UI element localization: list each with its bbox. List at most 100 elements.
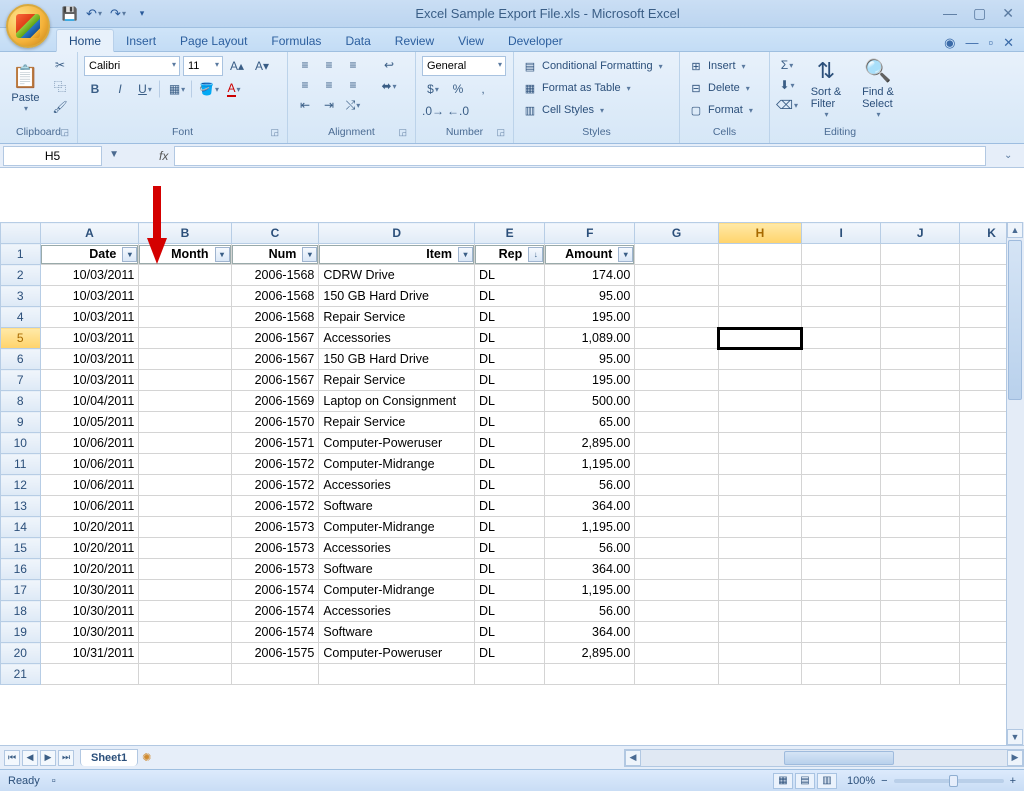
insert-cells-button[interactable]: ⊞Insert▾: [686, 56, 755, 76]
paste-button[interactable]: 📋 Paste ▾: [6, 56, 45, 120]
header-cell[interactable]: Date▾: [40, 244, 139, 265]
new-sheet-icon[interactable]: ✺: [142, 751, 151, 764]
cell[interactable]: [802, 244, 881, 265]
minimize-button[interactable]: —: [943, 5, 957, 22]
cell[interactable]: DL: [474, 370, 544, 391]
font-size-select[interactable]: 11: [183, 56, 223, 76]
cell[interactable]: [802, 391, 881, 412]
cell[interactable]: [881, 286, 960, 307]
cell[interactable]: 56.00: [545, 601, 635, 622]
row-header[interactable]: 5: [1, 328, 41, 349]
copy-icon[interactable]: ⿻: [49, 77, 71, 95]
cell[interactable]: [635, 328, 718, 349]
cell[interactable]: [802, 265, 881, 286]
cell[interactable]: DL: [474, 328, 544, 349]
cell[interactable]: [139, 601, 231, 622]
increase-indent-icon[interactable]: ⇥: [318, 96, 340, 114]
header-cell[interactable]: Month▾: [139, 244, 231, 265]
formula-input[interactable]: [174, 146, 986, 166]
vertical-scrollbar[interactable]: ▲ ▼: [1006, 222, 1024, 745]
row-header[interactable]: 18: [1, 601, 41, 622]
cell[interactable]: DL: [474, 286, 544, 307]
cell[interactable]: [139, 580, 231, 601]
row-header[interactable]: 21: [1, 664, 41, 685]
horizontal-scrollbar[interactable]: ◀ ▶: [624, 749, 1024, 767]
cell[interactable]: [881, 412, 960, 433]
cell[interactable]: [635, 265, 718, 286]
sheet-nav-next-icon[interactable]: ▶: [40, 750, 56, 766]
cell[interactable]: [635, 412, 718, 433]
cell[interactable]: 1,195.00: [545, 454, 635, 475]
row-header[interactable]: 16: [1, 559, 41, 580]
cell[interactable]: [881, 622, 960, 643]
cell[interactable]: [139, 433, 231, 454]
decrease-indent-icon[interactable]: ⇤: [294, 96, 316, 114]
cell[interactable]: [718, 370, 801, 391]
increase-font-icon[interactable]: A▴: [226, 57, 248, 75]
cell[interactable]: [802, 286, 881, 307]
col-header-D[interactable]: D: [319, 223, 475, 244]
row-header[interactable]: 10: [1, 433, 41, 454]
cell[interactable]: 2006-1573: [231, 538, 319, 559]
cell[interactable]: [718, 559, 801, 580]
cell[interactable]: Accessories: [319, 538, 475, 559]
cell[interactable]: [139, 328, 231, 349]
cell[interactable]: DL: [474, 349, 544, 370]
cell[interactable]: [718, 475, 801, 496]
cell[interactable]: DL: [474, 412, 544, 433]
filter-button[interactable]: ▾: [215, 247, 230, 262]
cell[interactable]: Accessories: [319, 475, 475, 496]
cell[interactable]: [802, 601, 881, 622]
cell[interactable]: [718, 433, 801, 454]
cell[interactable]: [635, 517, 718, 538]
cell[interactable]: [802, 622, 881, 643]
format-cells-button[interactable]: ▢Format▾: [686, 100, 755, 120]
align-bottom-icon[interactable]: ≡: [342, 56, 364, 74]
cell[interactable]: 364.00: [545, 622, 635, 643]
cell[interactable]: [718, 601, 801, 622]
cell[interactable]: DL: [474, 496, 544, 517]
header-cell[interactable]: Item▾: [319, 244, 475, 265]
col-header-A[interactable]: A: [40, 223, 139, 244]
cell[interactable]: DL: [474, 265, 544, 286]
cell[interactable]: [474, 664, 544, 685]
cell[interactable]: 2006-1567: [231, 328, 319, 349]
increase-decimal-icon[interactable]: .0→: [422, 102, 444, 120]
font-name-select[interactable]: Calibri: [84, 56, 180, 76]
cell[interactable]: [802, 412, 881, 433]
cell[interactable]: [635, 286, 718, 307]
alignment-launcher-icon[interactable]: ◲: [398, 127, 407, 138]
cell[interactable]: 2006-1567: [231, 349, 319, 370]
scroll-up-icon[interactable]: ▲: [1007, 222, 1023, 238]
cell[interactable]: Repair Service: [319, 412, 475, 433]
col-header-E[interactable]: E: [474, 223, 544, 244]
wrap-text-button[interactable]: ↩: [372, 56, 406, 74]
office-button[interactable]: [6, 4, 50, 48]
cell[interactable]: [881, 475, 960, 496]
decrease-font-icon[interactable]: A▾: [251, 57, 273, 75]
redo-icon[interactable]: ↷▾: [108, 4, 128, 24]
align-top-icon[interactable]: ≡: [294, 56, 316, 74]
cell[interactable]: [139, 412, 231, 433]
row-header[interactable]: 1: [1, 244, 41, 265]
cell[interactable]: [139, 307, 231, 328]
cell[interactable]: [139, 559, 231, 580]
cell[interactable]: [635, 307, 718, 328]
cell[interactable]: 2006-1573: [231, 559, 319, 580]
cell[interactable]: [718, 538, 801, 559]
cell[interactable]: [139, 286, 231, 307]
cell[interactable]: [881, 580, 960, 601]
ribbon-close-button[interactable]: ✕: [1003, 35, 1014, 51]
cell[interactable]: [139, 538, 231, 559]
cell[interactable]: 2,895.00: [545, 643, 635, 664]
cell[interactable]: [718, 643, 801, 664]
cell[interactable]: 2006-1574: [231, 622, 319, 643]
cell[interactable]: Computer-Midrange: [319, 517, 475, 538]
cell[interactable]: [718, 265, 801, 286]
cell[interactable]: 10/06/2011: [40, 454, 139, 475]
hscroll-thumb[interactable]: [784, 751, 894, 765]
col-header-J[interactable]: J: [881, 223, 960, 244]
fill-icon[interactable]: ⬇▾: [776, 76, 798, 94]
cell[interactable]: [635, 496, 718, 517]
fx-icon[interactable]: fx: [159, 149, 168, 163]
